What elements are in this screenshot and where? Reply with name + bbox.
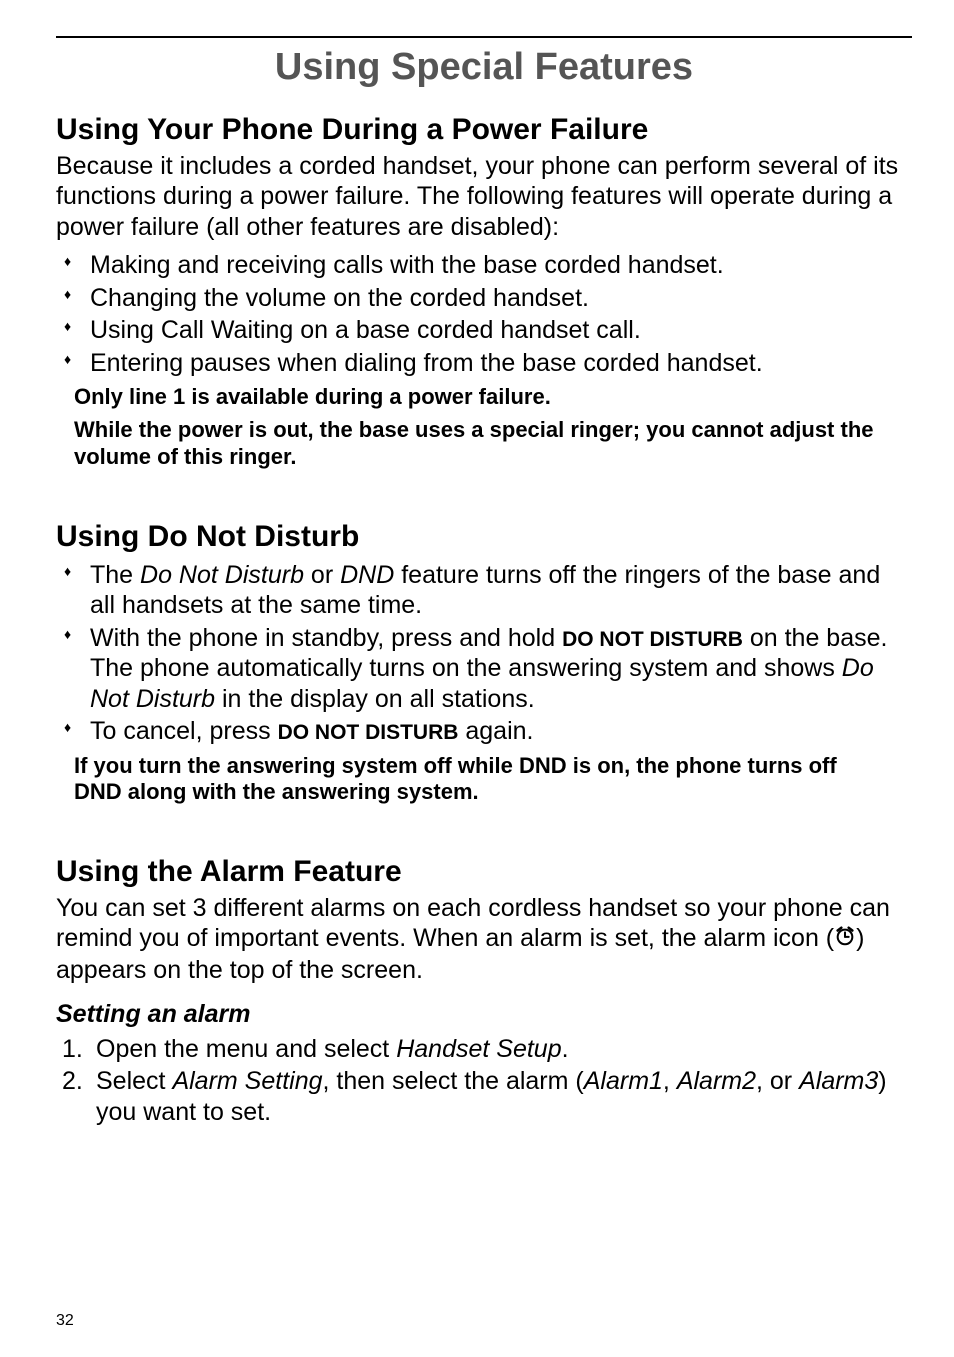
section1-bullets: Making and receiving calls with the base… <box>56 250 912 378</box>
page-number: 32 <box>56 1311 74 1331</box>
section3-intro-before: You can set 3 different alarms on each c… <box>56 894 890 953</box>
section3-intro: You can set 3 different alarms on each c… <box>56 893 912 986</box>
section1-heading: Using Your Phone During a Power Failure <box>56 112 912 149</box>
step-item: Select Alarm Setting, then select the al… <box>60 1066 912 1127</box>
alarm-clock-icon <box>834 924 856 955</box>
list-item: Making and receiving calls with the base… <box>56 250 912 281</box>
section3-steps: Open the menu and select Handset Setup. … <box>60 1034 912 1128</box>
note-line: Only line 1 is available during a power … <box>74 384 882 411</box>
list-item: To cancel, press DO NOT DISTURB again. <box>56 716 912 747</box>
list-item: Changing the volume on the corded handse… <box>56 283 912 314</box>
list-item: Entering pauses when dialing from the ba… <box>56 348 912 379</box>
section3-heading: Using the Alarm Feature <box>56 854 912 891</box>
step-item: Open the menu and select Handset Setup. <box>60 1034 912 1065</box>
note-line: While the power is out, the base uses a … <box>74 417 882 471</box>
list-item: Using Call Waiting on a base corded hand… <box>56 315 912 346</box>
page-title: Using Special Features <box>56 44 912 90</box>
horizontal-rule <box>56 36 912 38</box>
list-item: With the phone in standby, press and hol… <box>56 623 912 715</box>
section3-subheading: Setting an alarm <box>56 999 912 1030</box>
note-line: If you turn the answering system off whi… <box>74 753 882 807</box>
section2-heading: Using Do Not Disturb <box>56 519 912 556</box>
section1-notes: Only line 1 is available during a power … <box>74 384 912 470</box>
section2-bullets: The Do Not Disturb or DND feature turns … <box>56 560 912 747</box>
section1-intro: Because it includes a corded handset, yo… <box>56 151 912 243</box>
section2-note: If you turn the answering system off whi… <box>74 753 912 807</box>
list-item: The Do Not Disturb or DND feature turns … <box>56 560 912 621</box>
